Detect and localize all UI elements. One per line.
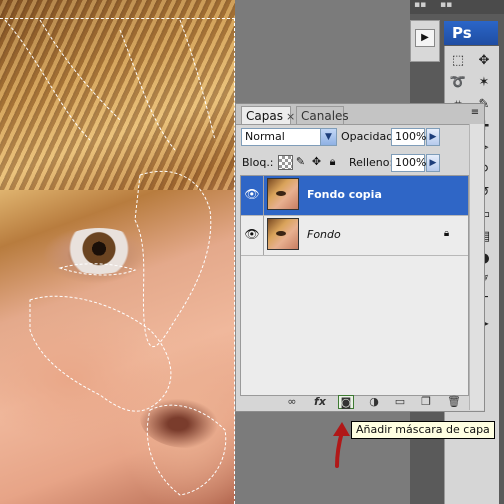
panel-menu-icon[interactable]: ≡ [469, 106, 481, 120]
eye-icon[interactable]: 👁︎ [244, 227, 260, 241]
lock-position-icon[interactable]: ✥ [310, 155, 323, 168]
annotation-arrow [333, 422, 350, 468]
panel-tab-bar: Capas × Canales ≡ [236, 104, 484, 125]
adjustment-layer-icon[interactable]: ◑ [366, 395, 382, 409]
fill-label: Relleno: [349, 156, 394, 169]
layer-name[interactable]: Fondo copia [307, 187, 382, 203]
selection-marquee [4, 19, 227, 496]
tooltip: Añadir máscara de capa [351, 421, 495, 439]
grip-icon[interactable]: ▪▪ [440, 0, 452, 10]
blend-mode-value: Normal [245, 130, 285, 143]
add-mask-icon[interactable]: ◙ [338, 395, 354, 409]
canvas-top-edge [0, 18, 235, 19]
fill-slider-arrow-icon[interactable]: ▶ [426, 154, 440, 172]
visibility-cell[interactable]: 👁︎ [241, 176, 264, 215]
layer-row[interactable]: 👁︎ Fondo 🔒︎ [241, 216, 468, 256]
lock-transparent-icon[interactable] [278, 155, 293, 170]
layers-bottom-bar: ∞ fx ◙ ◑ ▭ ❐ 🗑︎ [236, 393, 469, 411]
tab-capas-label: Capas [246, 109, 283, 123]
layer-name[interactable]: Fondo [307, 227, 341, 243]
tooltip-text: Añadir máscara de capa [356, 423, 490, 436]
panel-scrollbar[interactable] [469, 124, 484, 410]
move-tool-icon[interactable]: ✥ [475, 52, 493, 70]
layer-list: 👁︎ Fondo copia 👁︎ Fondo 🔒︎ [240, 175, 469, 396]
blend-mode-select[interactable]: Normal ▼ [241, 128, 337, 146]
eye-icon[interactable]: 👁︎ [244, 187, 260, 201]
group-folder-icon[interactable]: ▭ [392, 395, 408, 409]
ps-logo: Ps [444, 21, 498, 45]
layer-row[interactable]: 👁︎ Fondo copia [241, 176, 468, 216]
opacity-label: Opacidad: [341, 130, 397, 143]
play-action-icon[interactable]: ▶ [415, 29, 435, 47]
lock-row: Bloq.: ✎ ✥ 🔒︎ Relleno: 100% ▶ [236, 151, 469, 175]
document-canvas[interactable] [0, 0, 235, 504]
tab-canales-label: Canales [301, 109, 349, 123]
lock-image-brush-icon[interactable]: ✎ [294, 155, 307, 168]
tab-capas[interactable]: Capas × [241, 106, 295, 124]
lock-label: Bloq.: [242, 156, 274, 169]
new-layer-icon[interactable]: ❐ [418, 395, 434, 409]
logo-text: Ps [452, 24, 472, 42]
visibility-cell[interactable]: 👁︎ [241, 216, 264, 255]
link-icon[interactable]: ∞ [284, 395, 300, 409]
layers-panel: Capas × Canales ≡ Normal ▼ Opacidad: 100%… [235, 103, 485, 412]
lock-icon: 🔒︎ [443, 228, 450, 239]
marquee-tool-icon[interactable]: ⬚ [449, 52, 467, 70]
lock-all-icon[interactable]: 🔒︎ [326, 155, 339, 168]
chevron-down-icon[interactable]: ▼ [320, 129, 336, 145]
trash-icon[interactable]: 🗑︎ [446, 395, 462, 409]
layer-thumbnail [267, 218, 299, 250]
tab-canales[interactable]: Canales [296, 106, 349, 124]
magic-wand-tool-icon[interactable]: ✶ [475, 74, 493, 92]
lasso-tool-icon[interactable]: ➰ [449, 74, 467, 92]
opacity-slider-arrow-icon[interactable]: ▶ [426, 128, 440, 146]
collapsed-panel-strip: ▶ [410, 20, 440, 62]
layer-thumbnail [267, 178, 299, 210]
fx-icon[interactable]: fx [312, 395, 328, 409]
dock-title-bar: ▪▪ ▪▪ [410, 0, 504, 14]
close-icon[interactable]: × [286, 110, 295, 123]
opacity-field[interactable]: 100% [391, 128, 426, 146]
fill-field[interactable]: 100% [391, 154, 426, 172]
grip-icon[interactable]: ▪▪ [414, 0, 426, 10]
